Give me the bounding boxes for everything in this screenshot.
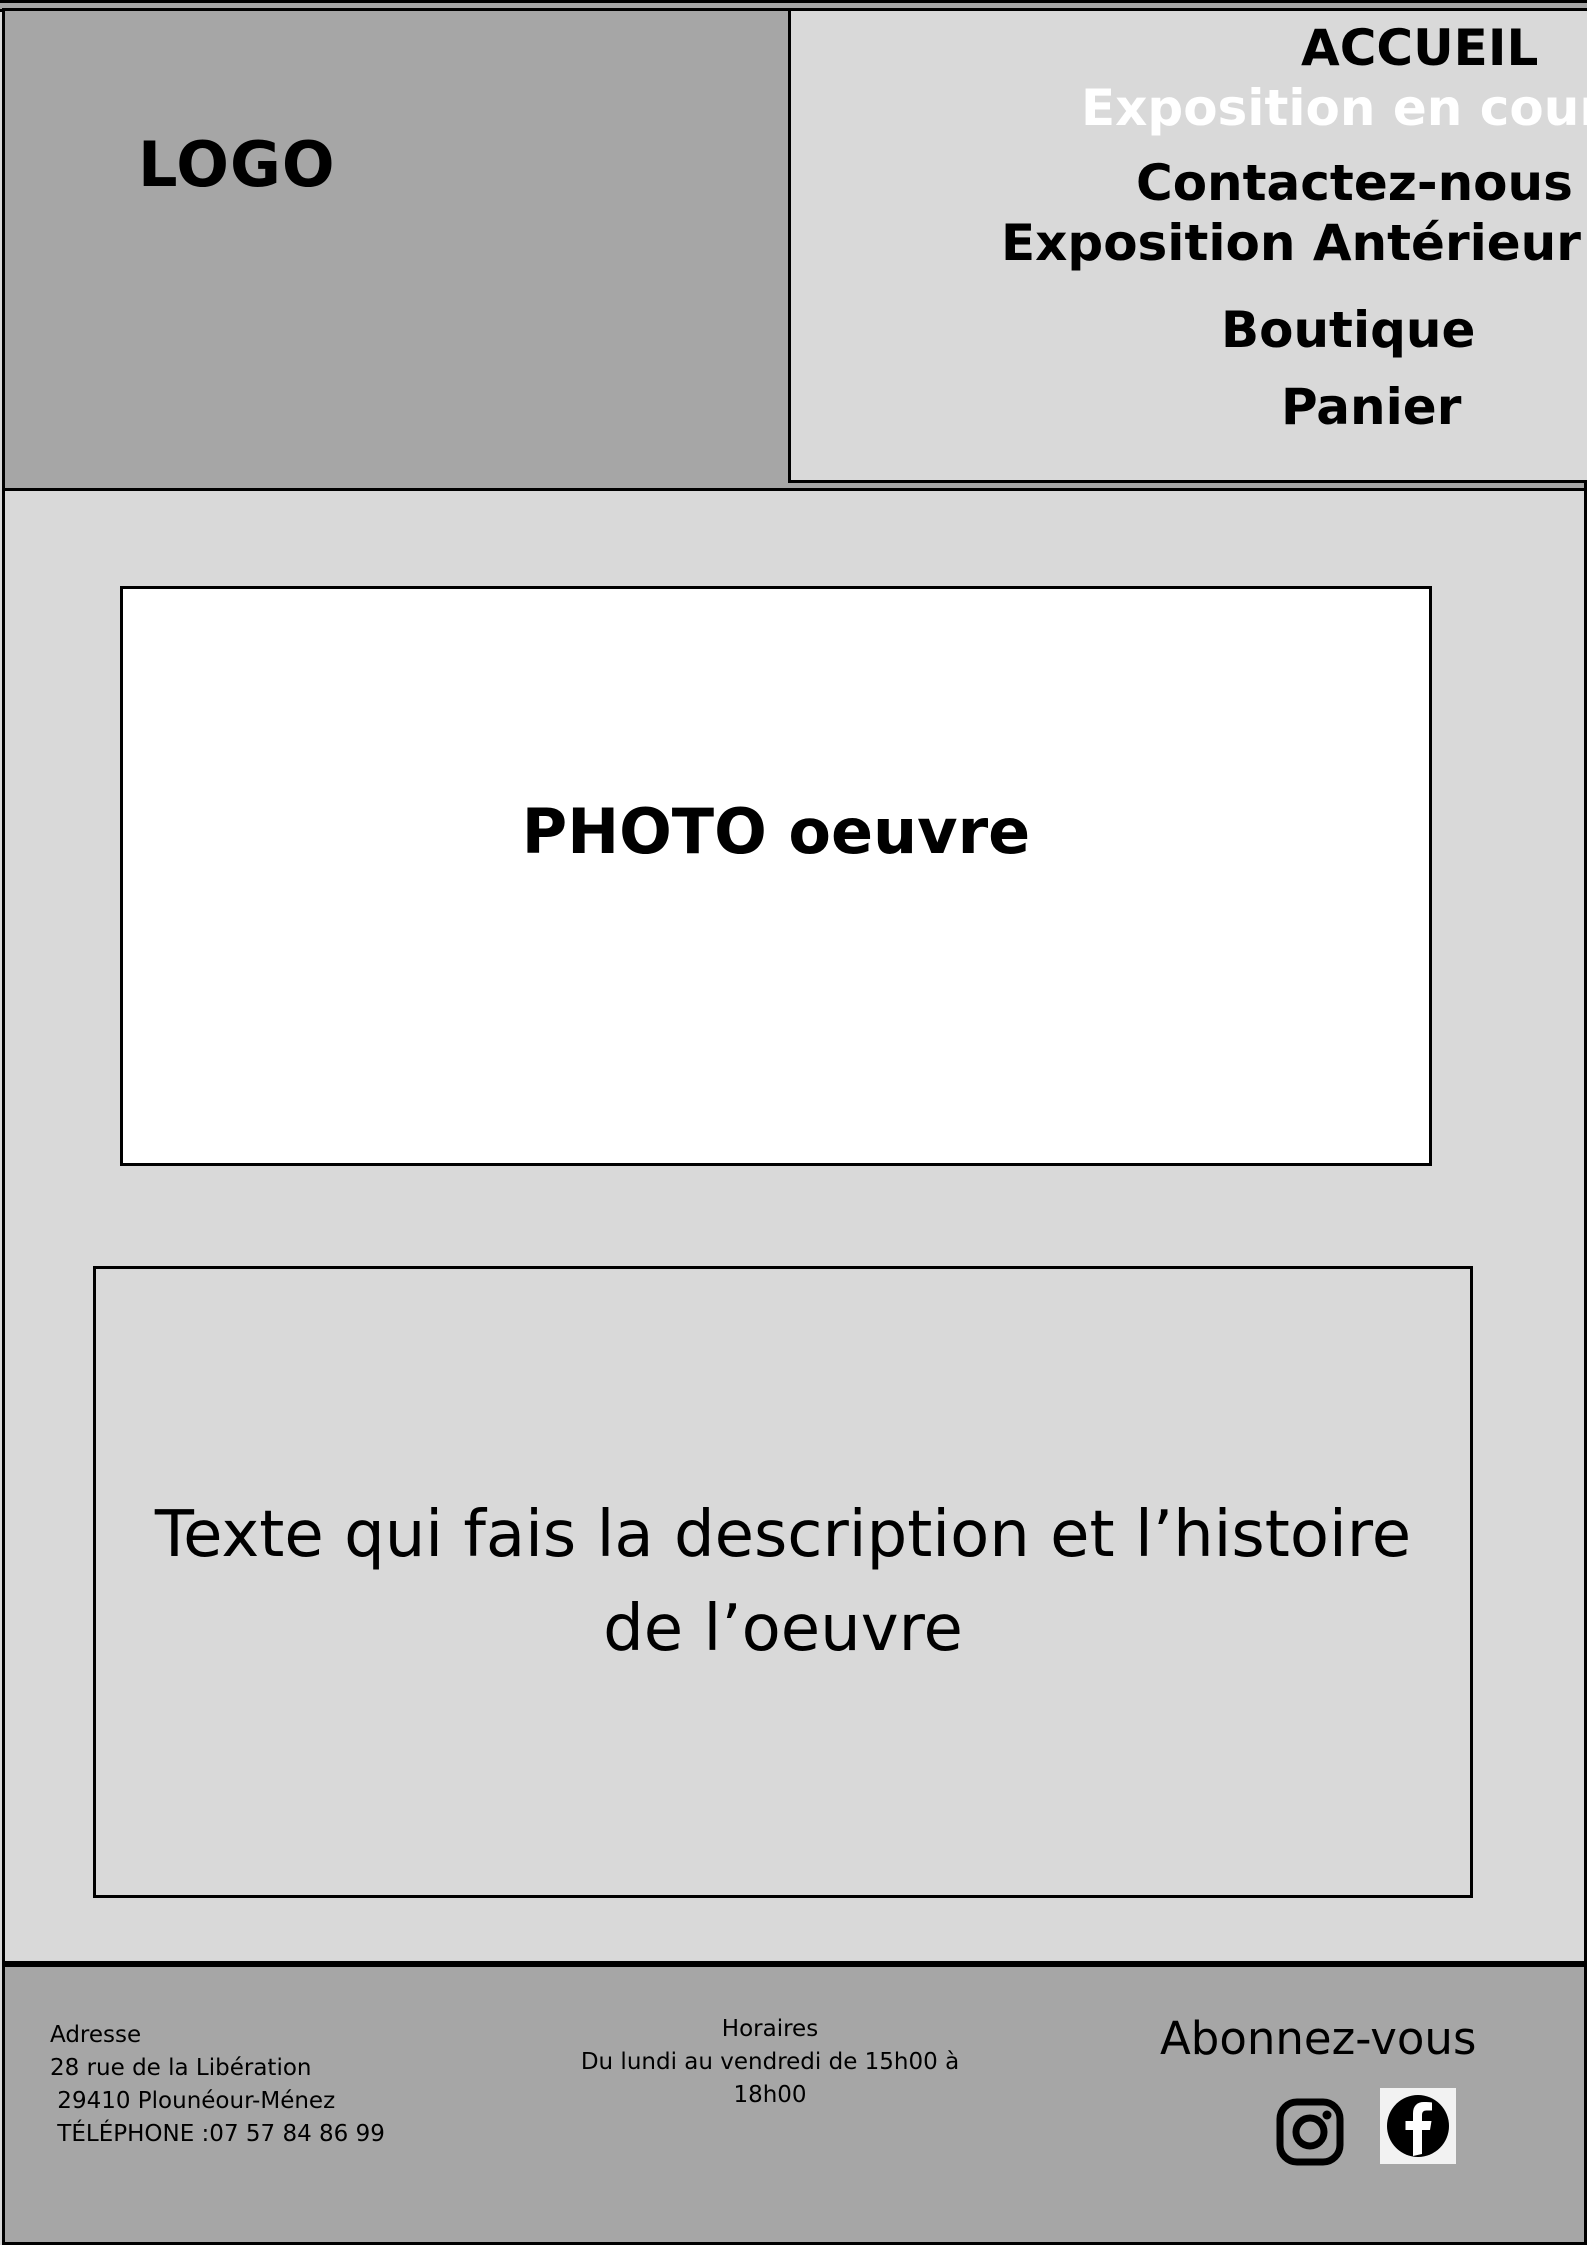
main-content: PHOTO oeuvre Texte qui fais la descripti… (2, 488, 1587, 1964)
logo-area: LOGO (5, 11, 788, 488)
logo[interactable]: LOGO (138, 128, 336, 201)
photo-placeholder-label: PHOTO oeuvre (521, 794, 1031, 868)
site-footer: Adresse 28 rue de la Libération 29410 Plo… (2, 1964, 1587, 2245)
hours-block: Horaires Du lundi au vendredi de 15h00 à… (560, 2013, 980, 2112)
nav-item-contactez-nous[interactable]: Contactez-nous (1136, 154, 1573, 212)
address-city: 29410 Plounéour-Ménez (50, 2088, 336, 2114)
subscribe-label: Abonnez-vous (1160, 2012, 1477, 2065)
address-street: 28 rue de la Libération (50, 2055, 312, 2081)
nav-item-boutique[interactable]: Boutique (1221, 301, 1475, 359)
facebook-icon[interactable] (1380, 2088, 1456, 2164)
address-phone: TÉLÉPHONE :07 57 84 86 99 (50, 2121, 385, 2147)
nav-item-exposition-anterieur[interactable]: Exposition Antérieur (1001, 214, 1581, 272)
hours-title: Horaires (721, 2016, 819, 2042)
address-block: Adresse 28 rue de la Libération 29410 Plo… (50, 2019, 385, 2151)
artwork-description: Texte qui fais la description et l’histo… (93, 1266, 1473, 1898)
artwork-photo: PHOTO oeuvre (120, 586, 1432, 1166)
hours-text: Du lundi au vendredi de 15h00 à 18h00 (580, 2049, 960, 2108)
nav-item-exposition-en-cours[interactable]: Exposition en cours (1081, 79, 1587, 137)
nav-item-panier[interactable]: Panier (1281, 378, 1461, 436)
address-title: Adresse (50, 2022, 142, 2048)
instagram-icon[interactable] (1275, 2097, 1345, 2167)
description-text: Texte qui fais la description et l’histo… (154, 1498, 1412, 1666)
nav-item-accueil[interactable]: ACCUEIL (1301, 19, 1538, 77)
main-nav: ACCUEIL Exposition en cours Contactez-no… (788, 11, 1587, 483)
site-header: LOGO ACCUEIL Exposition en cours Contact… (2, 8, 1587, 491)
